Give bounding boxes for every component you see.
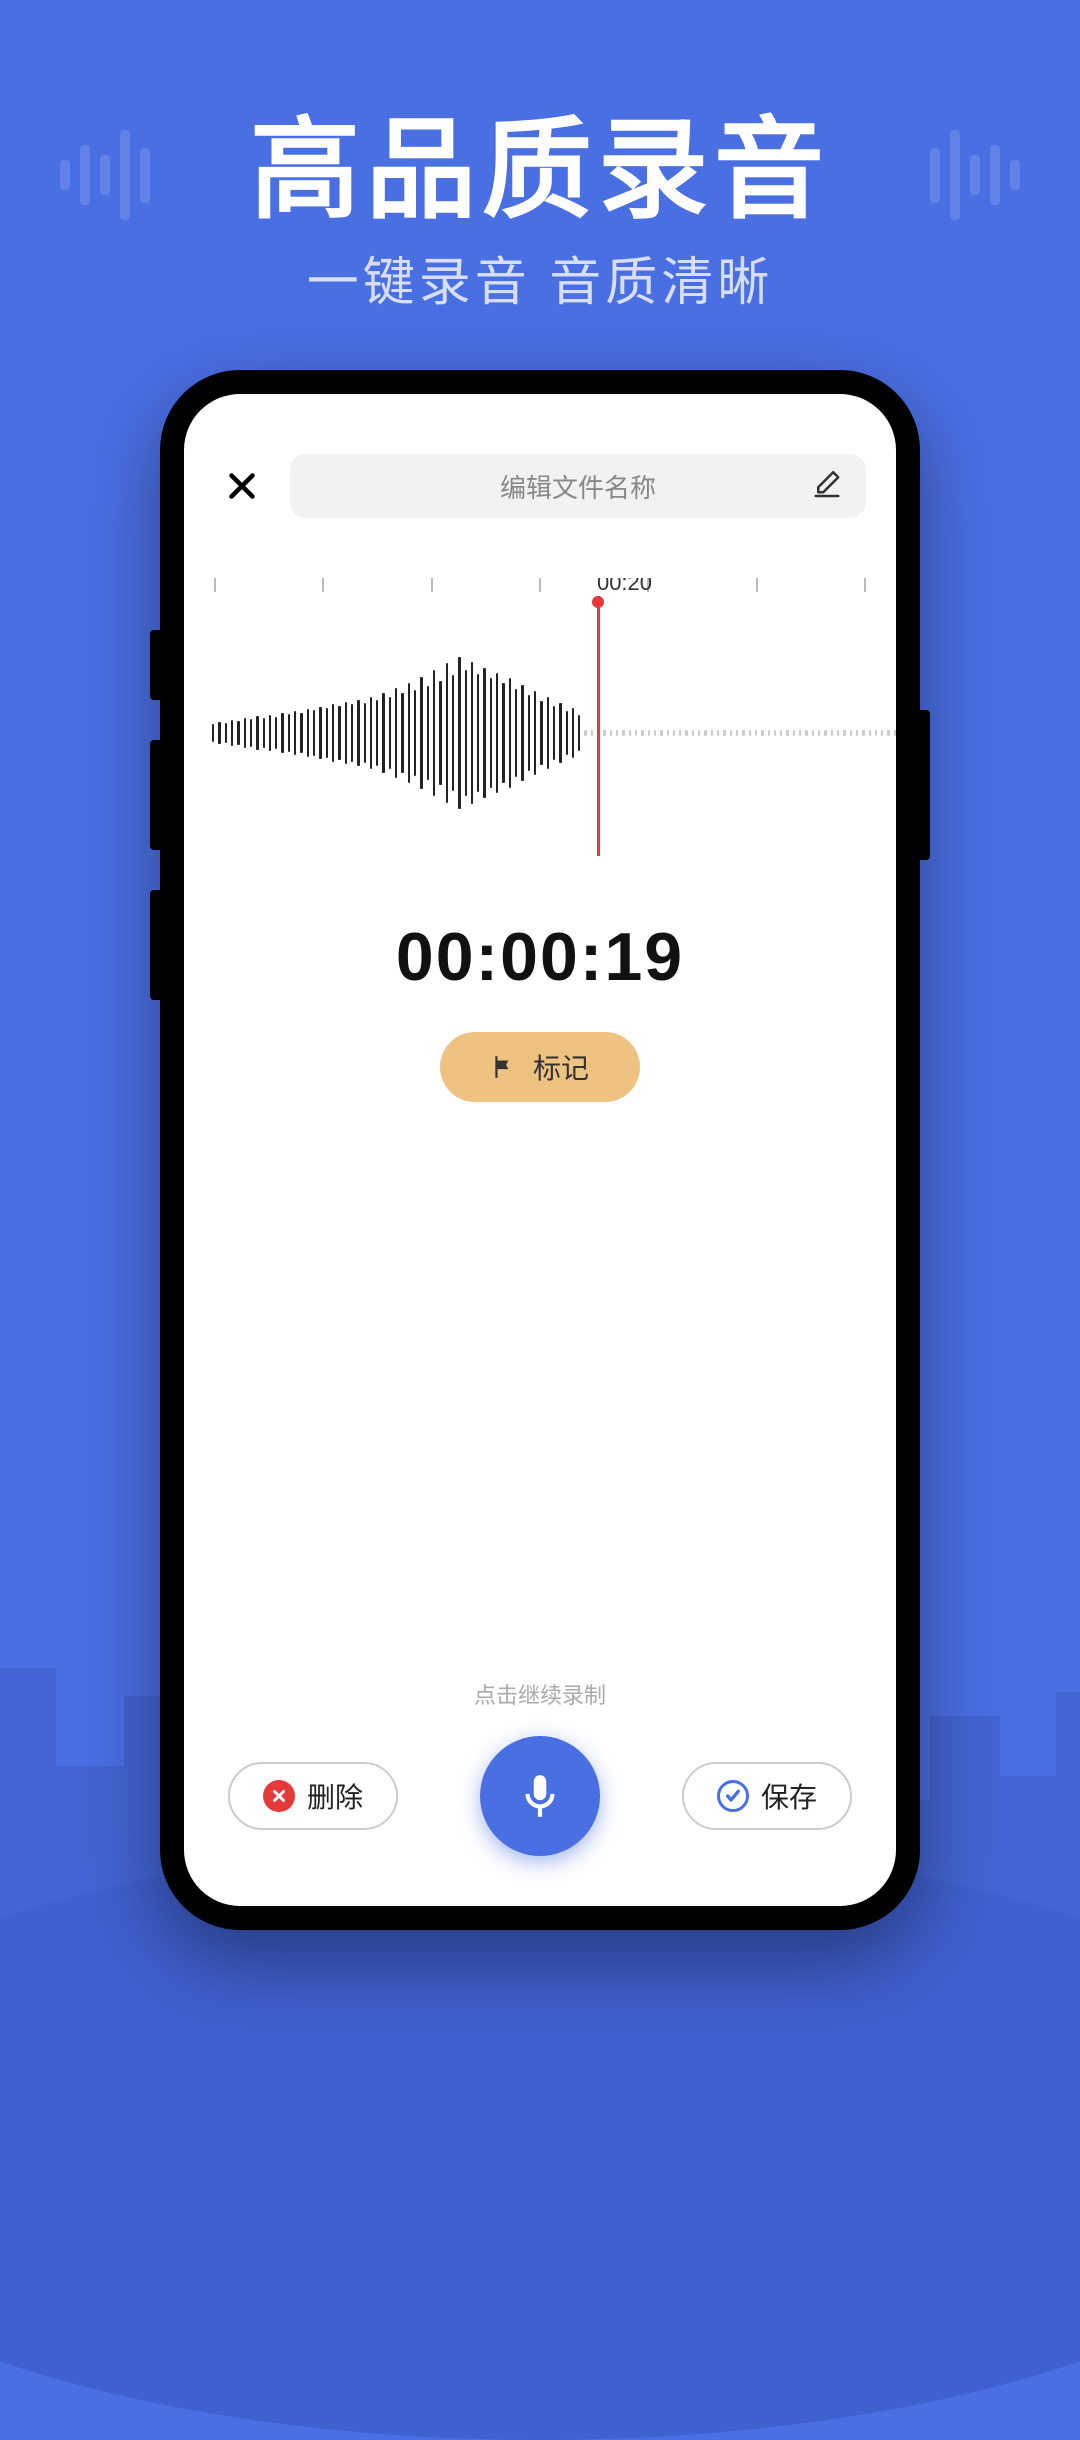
microphone-icon (515, 1771, 565, 1821)
playhead (597, 596, 600, 856)
delete-badge-icon (263, 1780, 295, 1812)
save-button-label: 保存 (761, 1776, 817, 1816)
playhead-time-label: 00:20 (597, 578, 652, 596)
bottom-controls-area: 点击继续录制 删除 (184, 1678, 896, 1856)
delete-button[interactable]: 删除 (228, 1762, 398, 1830)
background-hill (0, 1840, 1080, 2440)
save-button[interactable]: 保存 (682, 1762, 852, 1830)
phone-mockup: 编辑文件名称 00:20 00:00:19 (160, 370, 920, 1930)
hero-subtitle: 一键录音 音质清晰 (0, 240, 1080, 315)
timeline-ticks (184, 578, 896, 608)
flag-icon (491, 1054, 517, 1080)
recording-timer: 00:00:19 (184, 918, 896, 996)
save-badge-icon (717, 1780, 749, 1812)
edit-icon (812, 469, 842, 504)
waveform-bars (184, 608, 896, 858)
mark-button[interactable]: 标记 (440, 1032, 640, 1102)
waveform-area[interactable]: 00:20 (184, 578, 896, 858)
delete-button-label: 删除 (307, 1776, 363, 1816)
close-icon (224, 468, 260, 504)
app-screen: 编辑文件名称 00:20 00:00:19 (184, 394, 896, 1906)
record-hint: 点击继续录制 (184, 1678, 896, 1710)
mark-button-label: 标记 (533, 1047, 589, 1087)
filename-placeholder: 编辑文件名称 (500, 468, 656, 505)
filename-input[interactable]: 编辑文件名称 (290, 454, 866, 518)
close-button[interactable] (214, 458, 270, 514)
record-button[interactable] (480, 1736, 600, 1856)
topbar: 编辑文件名称 (184, 454, 896, 518)
hero-title: 高品质录音 (0, 80, 1080, 240)
